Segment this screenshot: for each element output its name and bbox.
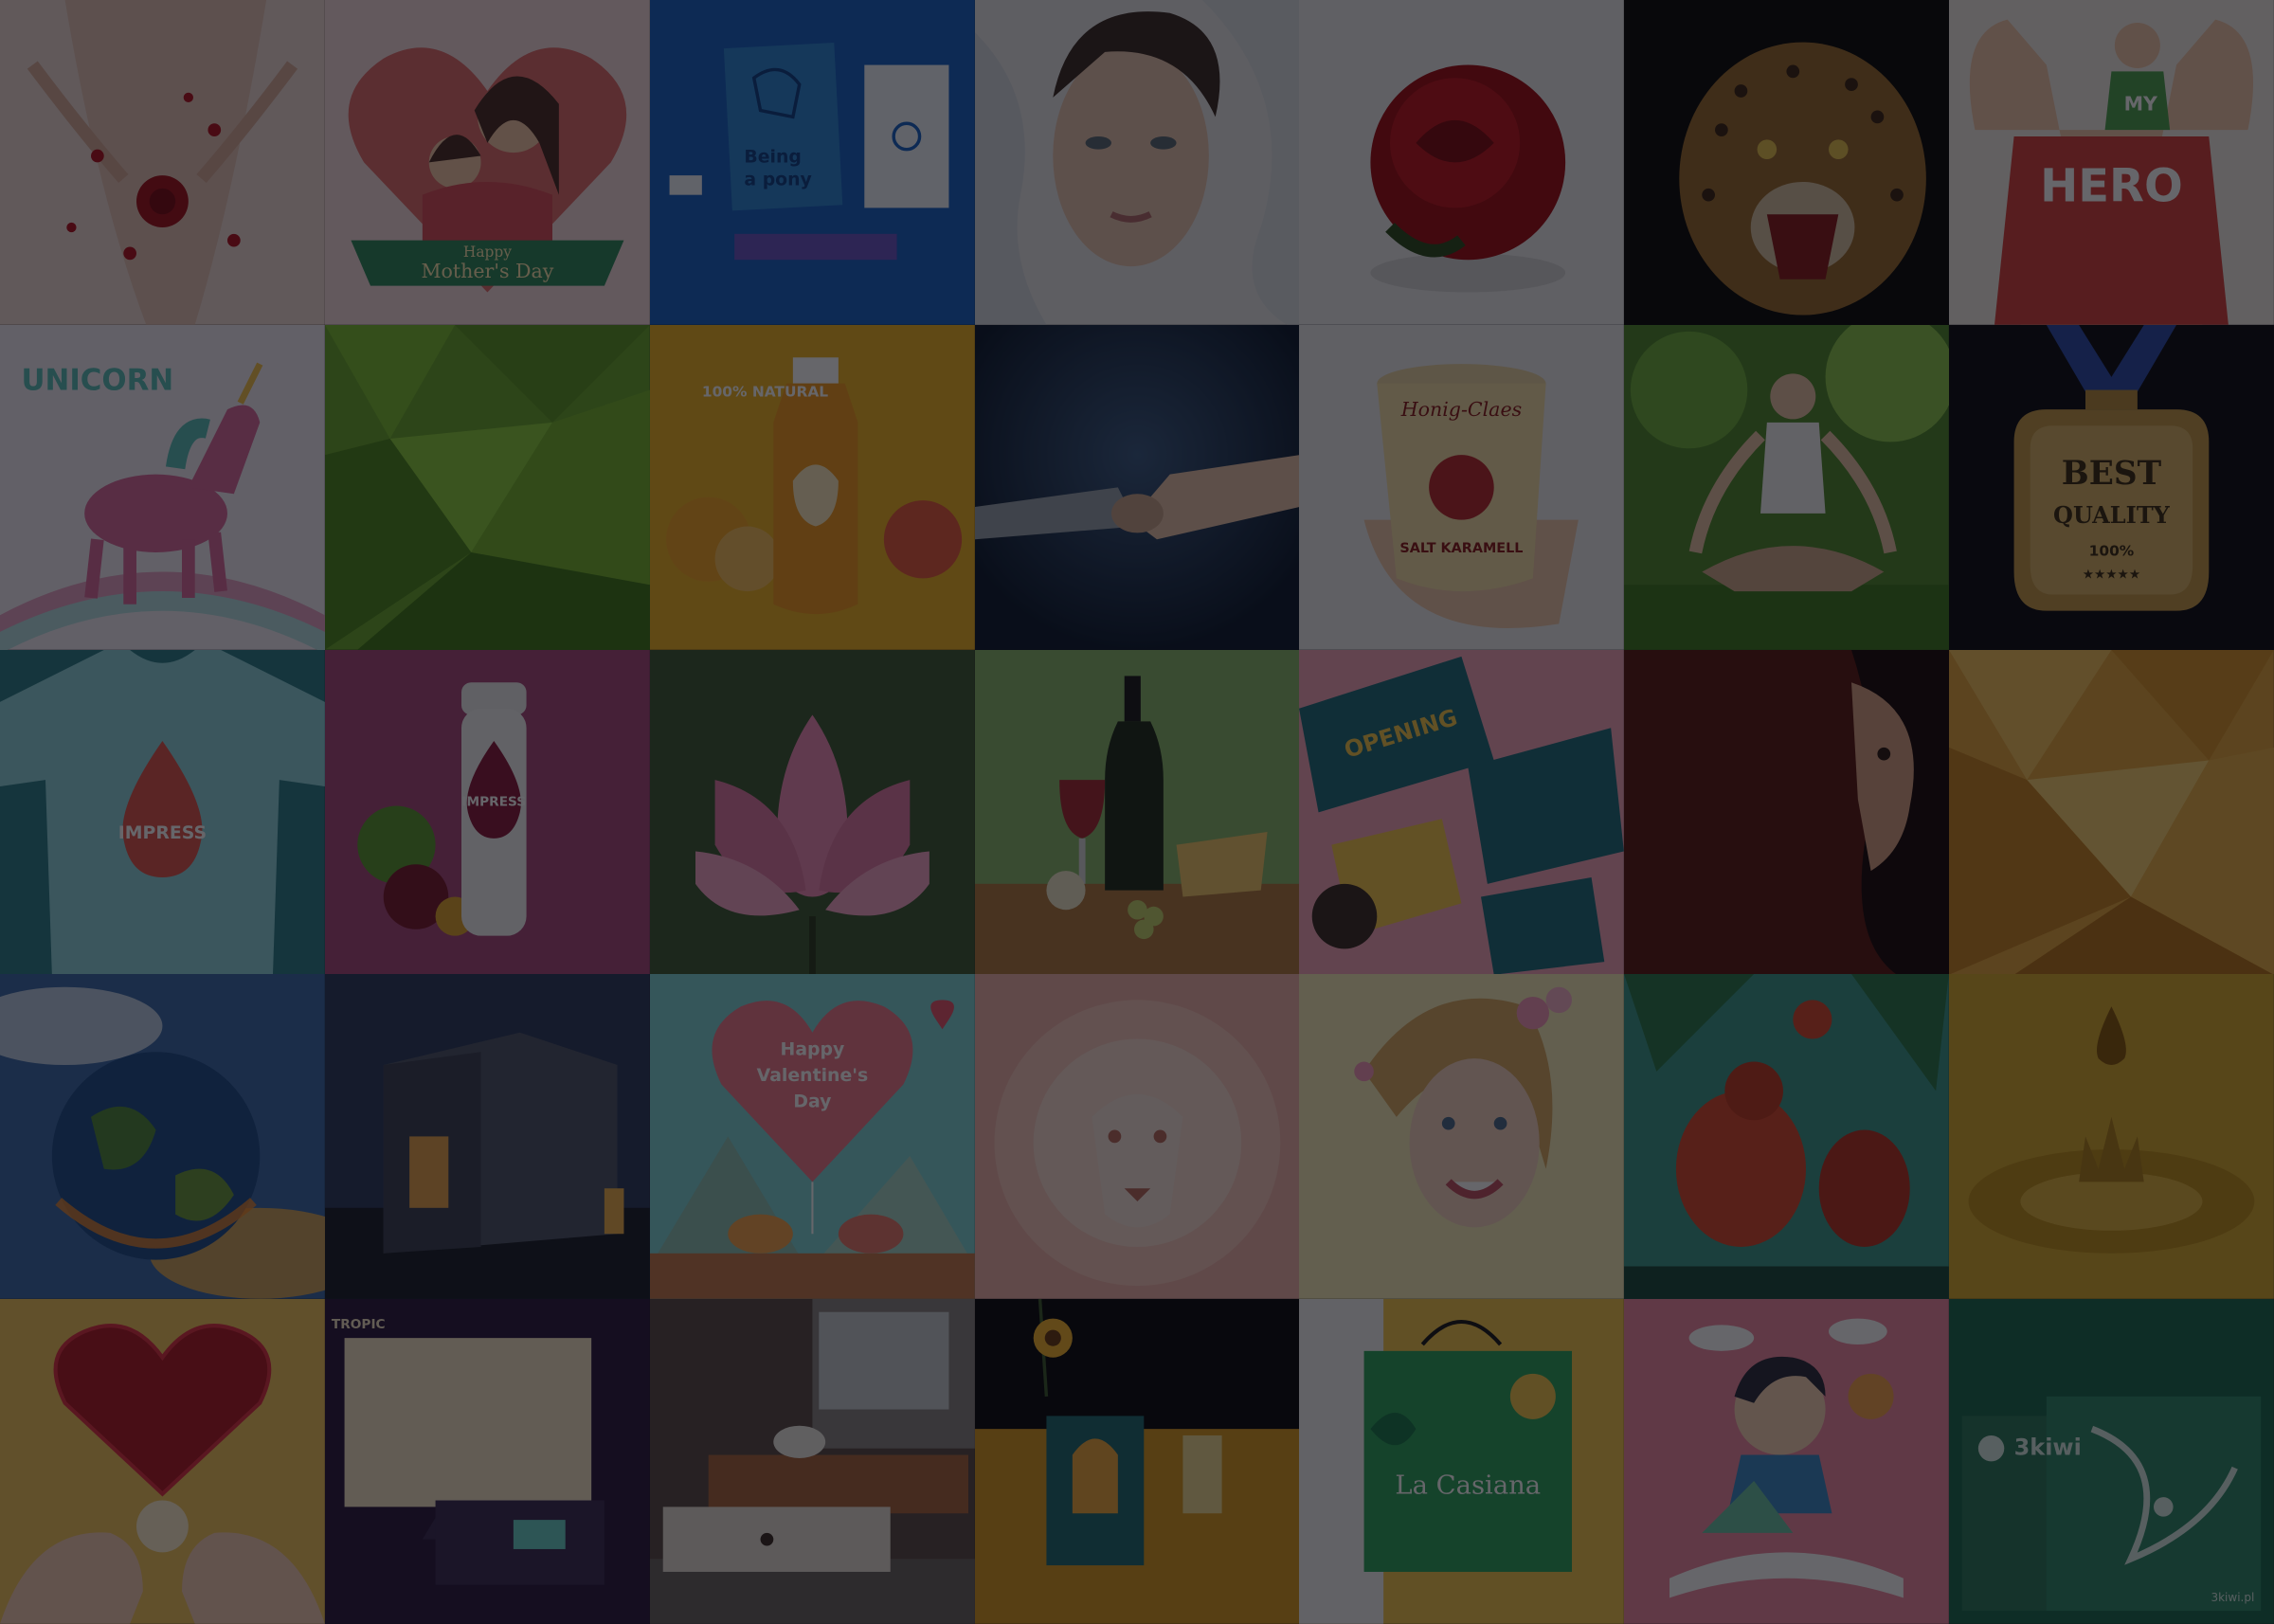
wine-cheese-image bbox=[974, 649, 1300, 975]
rose-petals-body-image bbox=[0, 0, 325, 325]
bottle-logo: IMPRESS bbox=[461, 794, 526, 809]
tile-3kiwi-green-branding[interactable]: 3kiwi 3kiwi.pl bbox=[1949, 1299, 2274, 1624]
medal-line2: QUALITY bbox=[2053, 501, 2171, 529]
3kiwi-url: 3kiwi.pl bbox=[2211, 1591, 2255, 1604]
tile-roaring-leopard[interactable] bbox=[1624, 0, 1950, 325]
tile-modern-house-night[interactable] bbox=[324, 974, 650, 1300]
medal-image: BEST QUALITY 100% ★★★★★ bbox=[1949, 324, 2274, 650]
beet-bottle-image: IMPRESS bbox=[324, 649, 650, 975]
pony-card-line1: Being bbox=[744, 147, 802, 167]
modern-house-image bbox=[324, 974, 650, 1300]
my-hero-image: MY HERO bbox=[1949, 0, 2274, 325]
opening-print-image: OPENING bbox=[1299, 649, 1625, 975]
unicorn-illustration-image: UNICORN bbox=[0, 324, 325, 650]
tile-red-rose[interactable] bbox=[1299, 0, 1625, 325]
ice-cream-flavor: SALT KARAMELL bbox=[1400, 541, 1524, 556]
earth-image bbox=[0, 974, 325, 1300]
tile-gold-low-poly-background[interactable] bbox=[1949, 649, 2274, 975]
handshake-image bbox=[974, 324, 1300, 650]
pony-card-line2: a pony bbox=[744, 170, 811, 189]
tile-woman-meditating-forest[interactable] bbox=[1624, 324, 1950, 650]
tile-woman-long-hair-profile[interactable] bbox=[1624, 649, 1950, 975]
la-casiana-brand: La Casiana bbox=[1396, 1471, 1542, 1501]
tile-robot-human-handshake[interactable] bbox=[974, 324, 1300, 650]
long-hair-profile-image bbox=[1624, 649, 1950, 975]
tile-smiling-woman-flowers[interactable] bbox=[1299, 974, 1625, 1300]
medal-stars: ★★★★★ bbox=[2083, 567, 2140, 582]
ice-cream-brand: Honig-Claes bbox=[1400, 398, 1522, 421]
hero-shirt-text: HERO bbox=[2040, 160, 2183, 213]
impress-tshirt-image: IMPRESS bbox=[0, 649, 325, 975]
valentines-heart-line1: Happy bbox=[780, 1040, 844, 1060]
orangutans-image bbox=[1624, 974, 1950, 1300]
tropic-branding-image: TROPIC bbox=[324, 1299, 650, 1624]
pony-stationery-image: Being a pony bbox=[649, 0, 975, 325]
oil-drop-image bbox=[1949, 974, 2274, 1300]
tile-earth-in-space[interactable] bbox=[0, 974, 325, 1300]
valentines-illustration-image: Happy Valentine's Day bbox=[649, 974, 975, 1300]
leopard-image bbox=[1624, 0, 1950, 325]
tile-best-quality-medal[interactable]: BEST QUALITY 100% ★★★★★ bbox=[1949, 324, 2274, 650]
tile-my-hero-shirt[interactable]: MY HERO bbox=[1949, 0, 2274, 325]
meditation-image bbox=[1624, 324, 1950, 650]
tile-unicorn-illustration[interactable]: UNICORN bbox=[0, 324, 325, 650]
tile-boy-reading-book-illustration[interactable] bbox=[1624, 1299, 1950, 1624]
unicorn-title: UNICORN bbox=[21, 363, 173, 397]
paper-lion-image bbox=[974, 974, 1300, 1300]
tile-valentines-birds-illustration[interactable]: Happy Valentine's Day bbox=[649, 974, 975, 1300]
water-face-image bbox=[974, 0, 1300, 325]
tile-impress-beet-drink-bottle[interactable]: IMPRESS bbox=[324, 649, 650, 975]
tile-golden-oil-drop-splash[interactable] bbox=[1949, 974, 2274, 1300]
tile-la-casiana-shopping-bag[interactable]: La Casiana bbox=[1299, 1299, 1625, 1624]
ice-cream-cup-image: Honig-Claes SALT KARAMELL bbox=[1299, 324, 1625, 650]
medal-line3: 100% bbox=[2089, 542, 2135, 559]
tile-ice-cream-cup-branding[interactable]: Honig-Claes SALT KARAMELL bbox=[1299, 324, 1625, 650]
juice-bottle-image: 100% NATURAL bbox=[649, 324, 975, 650]
mothers-day-illustration-image: Happy Mother's Day bbox=[324, 0, 650, 325]
tile-water-splash-face-portrait[interactable] bbox=[974, 0, 1300, 325]
tile-loft-living-room-interior[interactable] bbox=[649, 1299, 975, 1624]
medal-line1: BEST bbox=[2062, 455, 2162, 493]
valentines-heart-line2: Valentine's bbox=[756, 1067, 868, 1087]
mothers-day-banner-line2: Mother's Day bbox=[421, 260, 553, 282]
tile-green-low-poly-background[interactable] bbox=[324, 324, 650, 650]
tea-box-image bbox=[974, 1299, 1300, 1624]
tile-tea-box-sunflower-packaging[interactable] bbox=[974, 1299, 1300, 1624]
tile-wine-cheese-still-life[interactable] bbox=[974, 649, 1300, 975]
red-rose-image bbox=[1299, 0, 1625, 325]
tile-rose-petals-body[interactable] bbox=[0, 0, 325, 325]
loft-interior-image bbox=[649, 1299, 975, 1624]
tile-paper-cut-lion-head[interactable] bbox=[974, 974, 1300, 1300]
tile-pony-stationery-branding[interactable]: Being a pony bbox=[649, 0, 975, 325]
3kiwi-brand: 3kiwi bbox=[2014, 1435, 2082, 1461]
shirt-top-text: MY bbox=[2124, 93, 2158, 116]
tile-impress-tshirt[interactable]: IMPRESS bbox=[0, 649, 325, 975]
juice-badge-text: 100% NATURAL bbox=[702, 383, 828, 400]
3kiwi-branding-image: 3kiwi 3kiwi.pl bbox=[1949, 1299, 2274, 1624]
tshirt-logo: IMPRESS bbox=[118, 822, 207, 842]
valentines-heart-line3: Day bbox=[793, 1092, 831, 1112]
tile-pink-lotus-flower[interactable] bbox=[649, 649, 975, 975]
green-low-poly-image bbox=[324, 324, 650, 650]
tile-rose-heart-in-hands[interactable] bbox=[0, 1299, 325, 1624]
rose-heart-hands-image bbox=[0, 1299, 325, 1624]
boy-reading-image bbox=[1624, 1299, 1950, 1624]
tile-mothers-day-illustration[interactable]: Happy Mother's Day bbox=[324, 0, 650, 325]
gold-low-poly-image bbox=[1949, 649, 2274, 975]
portfolio-mosaic: Happy Mother's Day Being a pony MY HERO … bbox=[0, 0, 2274, 1624]
lotus-image bbox=[649, 649, 975, 975]
mothers-day-banner-line1: Happy bbox=[463, 244, 512, 261]
tile-opening-event-print-branding[interactable]: OPENING bbox=[1299, 649, 1625, 975]
tile-orangutans-jungle-illustration[interactable] bbox=[1624, 974, 1950, 1300]
smiling-woman-image bbox=[1299, 974, 1625, 1300]
tropic-label: TROPIC bbox=[332, 1317, 386, 1332]
la-casiana-bag-image: La Casiana bbox=[1299, 1299, 1625, 1624]
tile-juice-bottle-product[interactable]: 100% NATURAL bbox=[649, 324, 975, 650]
tile-tropic-dark-branding[interactable]: TROPIC bbox=[324, 1299, 650, 1624]
